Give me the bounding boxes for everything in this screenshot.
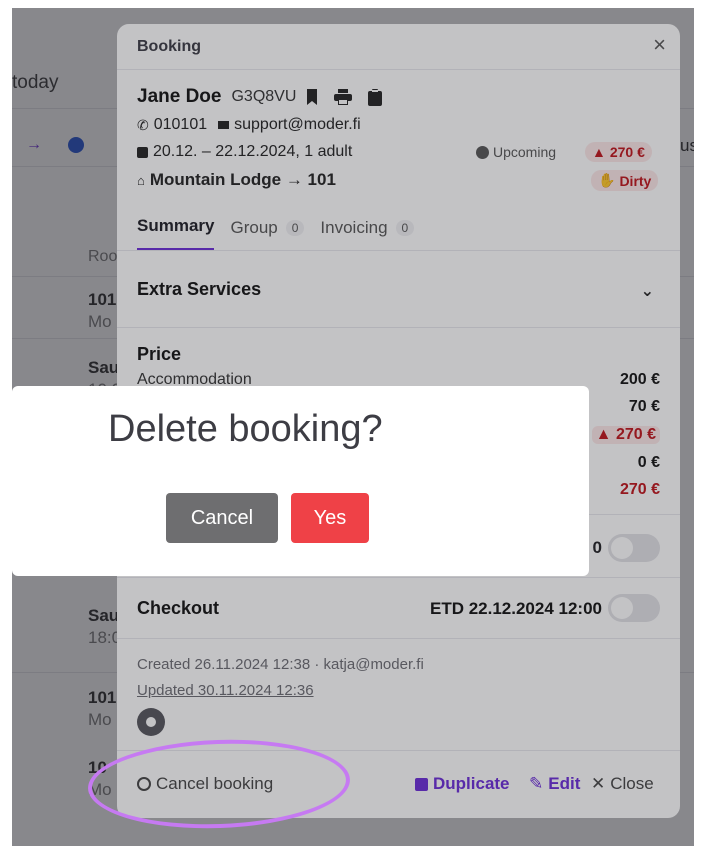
dialog-cancel-button[interactable]: Cancel [166,493,278,543]
dialog-yes-button[interactable]: Yes [291,493,369,543]
dialog-title: Delete booking? [108,408,383,450]
delete-confirm-dialog: Delete booking? Cancel Yes [12,386,589,576]
